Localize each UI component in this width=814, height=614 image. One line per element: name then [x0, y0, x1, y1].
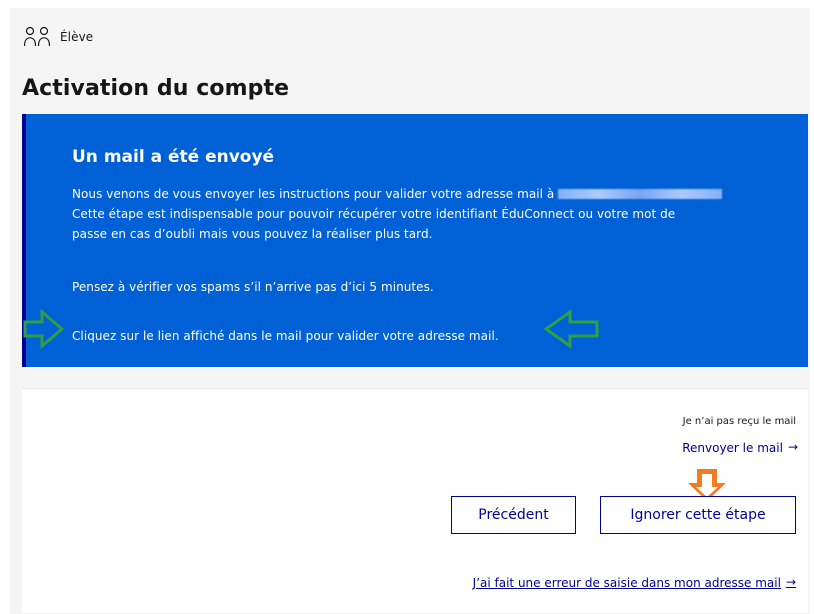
click-link-instruction: Cliquez sur le lien affiché dans le mail…	[72, 329, 499, 343]
instruction-text-start: Nous venons de vous envoyer les instruct…	[72, 187, 555, 201]
role-indicator: Élève	[22, 26, 93, 48]
arrow-right-icon: →	[787, 440, 798, 454]
mail-not-received-label: Je n’ai pas reçu le mail	[682, 416, 796, 427]
green-left-arrow-icon	[543, 309, 599, 349]
skip-step-button[interactable]: Ignorer cette étape	[600, 496, 796, 534]
account-activation-screen: Élève Activation du compte Un mail a été…	[10, 8, 810, 614]
spam-reminder-text: Pensez à vérifier vos spams s’il n’arriv…	[72, 280, 434, 294]
green-right-arrow-icon	[23, 309, 65, 349]
email-instructions-paragraph: Nous venons de vous envoyer les instruct…	[72, 184, 772, 244]
email-input-error-link[interactable]: J’ai fait une erreur de saisie dans mon …	[473, 575, 796, 591]
instruction-text-line-2: Cette étape est indispensable pour pouvo…	[72, 207, 676, 221]
notice-title: Un mail a été envoyé	[72, 147, 275, 167]
activation-actions-card: Je n’ai pas reçu le mail Renvoyer le mai…	[22, 388, 808, 613]
mail-sent-notice: Un mail a été envoyé Nous venons de vous…	[22, 114, 808, 367]
role-label: Élève	[60, 30, 94, 44]
email-input-error-link-label: J’ai fait une erreur de saisie dans mon …	[472, 576, 781, 590]
resend-mail-link-label: Renvoyer le mail	[682, 441, 783, 455]
users-outline-icon	[22, 26, 52, 48]
page-title: Activation du compte	[22, 76, 290, 101]
browser-page: Élève Activation du compte Un mail a été…	[0, 0, 814, 614]
previous-button[interactable]: Précédent	[451, 496, 576, 534]
arrow-right-icon: →	[785, 575, 796, 589]
redacted-email-address	[558, 188, 723, 199]
resend-mail-link[interactable]: Renvoyer le mail →	[682, 440, 798, 456]
instruction-text-line-3: passe en cas d’oubli mais vous pouvez la…	[72, 227, 433, 241]
